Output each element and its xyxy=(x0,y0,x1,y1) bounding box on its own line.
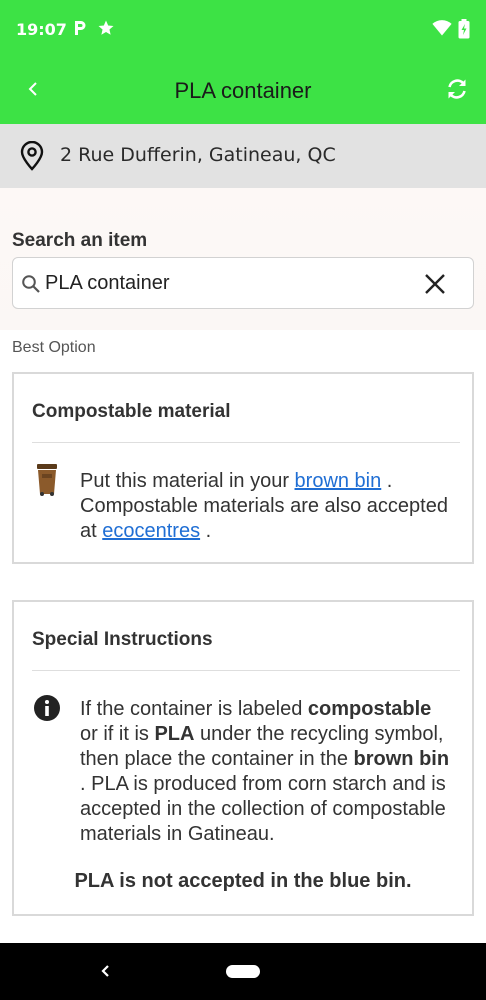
special-instructions-card: Special Instructions If the container is… xyxy=(12,600,474,916)
system-nav-bar xyxy=(0,943,486,1000)
refresh-button[interactable] xyxy=(442,76,472,106)
search-label: Search an item xyxy=(12,230,148,251)
wifi-icon xyxy=(432,19,452,42)
status-bar: 19:07 xyxy=(0,0,486,60)
address-text: 2 Rue Dufferin, Gatineau, QC xyxy=(60,144,336,166)
page-title: PLA container xyxy=(174,78,312,103)
brown-bin-icon xyxy=(34,464,60,501)
app-bar: PLA container xyxy=(0,60,486,124)
status-time: 19:07 xyxy=(16,20,67,39)
blue-bin-warning: PLA is not accepted in the blue bin. xyxy=(74,870,412,892)
search-box[interactable] xyxy=(12,257,474,309)
location-bar[interactable]: 2 Rue Dufferin, Gatineau, QC xyxy=(0,124,486,188)
star-icon xyxy=(97,19,115,42)
battery-icon xyxy=(458,19,470,44)
parking-p-icon xyxy=(72,19,88,42)
info-icon xyxy=(33,694,61,727)
nav-back-button[interactable] xyxy=(96,961,116,981)
best-option-text: Put this material in your brown bin . Co… xyxy=(80,470,448,542)
ecocentres-link[interactable]: ecocentres xyxy=(102,520,200,542)
best-option-card: Compostable material Put this material i… xyxy=(12,372,474,564)
refresh-icon xyxy=(445,77,469,106)
search-input[interactable] xyxy=(45,268,415,298)
card-divider xyxy=(32,442,460,443)
close-icon[interactable] xyxy=(423,272,447,296)
location-pin-icon xyxy=(18,140,46,176)
card-title: Special Instructions xyxy=(32,629,213,650)
card-divider xyxy=(32,670,460,671)
search-section: Search an item xyxy=(0,188,486,330)
card-title: Compostable material xyxy=(32,401,231,422)
special-instructions-text: If the container is labeled compostable … xyxy=(80,698,450,845)
search-icon xyxy=(21,274,41,299)
home-pill[interactable] xyxy=(226,965,260,978)
best-option-label: Best Option xyxy=(12,339,96,356)
brown-bin-link[interactable]: brown bin xyxy=(295,470,382,492)
